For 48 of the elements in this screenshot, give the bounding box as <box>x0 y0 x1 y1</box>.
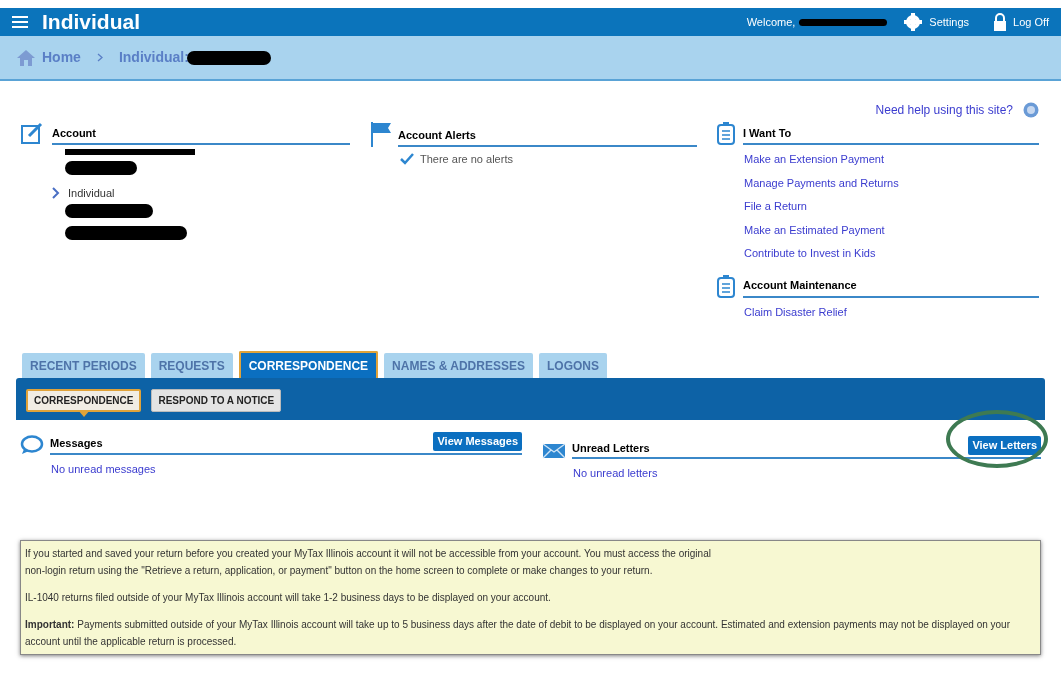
pointer-icon <box>77 409 90 417</box>
tab[interactable]: LOGONS <box>539 353 607 378</box>
alert-message: There are no alerts <box>420 152 513 167</box>
help-link[interactable]: Need help using this site? <box>875 101 1013 119</box>
lock-icon <box>993 13 1008 31</box>
section-heading: Unread Letters <box>572 440 650 456</box>
flag-icon <box>370 121 392 147</box>
section-heading: Account Maintenance <box>743 277 1039 298</box>
settings-icon[interactable] <box>903 13 924 31</box>
tab[interactable]: CORRESPONDENCE <box>238 351 379 378</box>
welcome-text: Welcome, <box>746 14 796 30</box>
sub-tab[interactable]: RESPOND TO A NOTICE <box>151 388 282 412</box>
view-messages-button[interactable]: View Messages <box>433 432 522 451</box>
tab[interactable]: REQUESTS <box>150 353 233 378</box>
edit-icon <box>20 121 44 145</box>
section-heading: I Want To <box>743 124 1039 145</box>
section-heading: Account Alerts <box>398 126 697 147</box>
chat-bubble-icon <box>20 434 44 455</box>
account-item[interactable]: Individual <box>68 185 115 202</box>
empty-message: No unread letters <box>572 466 658 481</box>
view-letters-button[interactable]: View Letters <box>968 436 1041 455</box>
log-off-link[interactable]: Log Off <box>1013 13 1049 31</box>
chevron-right-icon <box>96 53 103 62</box>
menu-icon[interactable] <box>12 15 28 29</box>
empty-message: No unread messages <box>50 461 156 477</box>
settings-link[interactable]: Settings <box>929 13 970 31</box>
action-link[interactable]: Make an Estimated Payment <box>744 221 885 238</box>
action-link[interactable]: Claim Disaster Relief <box>744 303 847 320</box>
help-icon[interactable] <box>1023 102 1039 118</box>
action-link[interactable]: Contribute to Invest in Kids <box>744 245 876 262</box>
sub-tab[interactable]: CORRESPONDENCE <box>26 388 142 412</box>
section-heading: Account <box>52 124 350 145</box>
action-link[interactable]: Manage Payments and Returns <box>744 174 899 191</box>
notice-paragraph: Important: Payments submitted outside of your MyTax Illinois account will take up to 5 business days after the date of debit to be displayed on your account. Estimated and extension payments may not be displayed on your account until the applicable return is processed. <box>25 617 1011 649</box>
tab[interactable]: NAMES & ADDRESSES <box>384 353 533 378</box>
clipboard-icon <box>717 121 735 145</box>
section-heading: Messages <box>50 436 103 451</box>
envelope-icon <box>542 443 566 459</box>
chevron-right-icon[interactable] <box>52 187 60 200</box>
checkmark-icon <box>400 153 414 166</box>
notice-paragraph: IL-1040 returns filed outside of your MyTax Illinois account will take 1-2 business days to be displayed on your account. <box>25 590 552 605</box>
page-title: Individual <box>42 9 140 36</box>
clipboard-icon <box>717 273 735 298</box>
notice-paragraph: If you started and saved your return before you created your MyTax Illinois account it will not be accessible from your account. You must access the original non-login return using the "Retrieve a return, application, or payment" button on the home screen to complete or make changes to your return. <box>25 546 712 578</box>
redaction-mark <box>65 161 137 175</box>
tab[interactable]: RECENT PERIODS <box>22 353 145 378</box>
action-link[interactable]: File a Return <box>744 198 807 215</box>
action-link[interactable]: Make an Extension Payment <box>744 151 885 168</box>
